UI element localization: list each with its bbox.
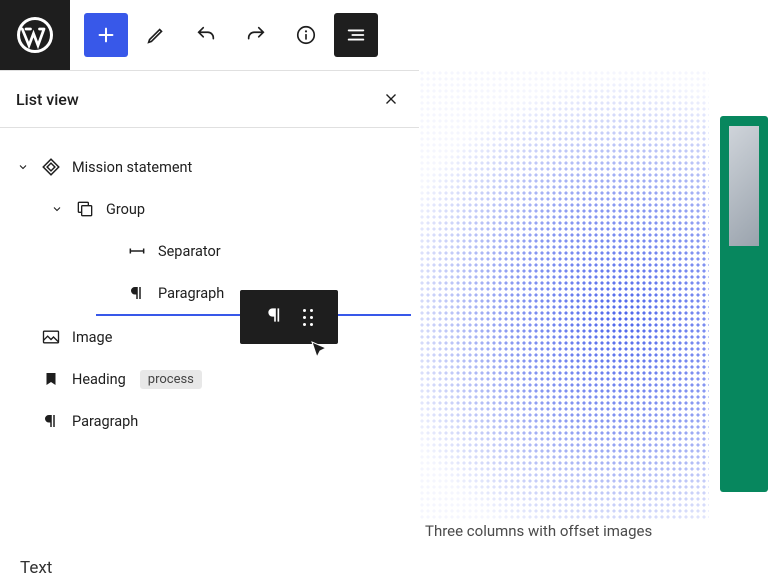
preview-card [720,116,768,492]
wordpress-logo[interactable] [0,0,70,70]
list-view-header: List view [0,71,419,128]
tree-item-heading[interactable]: Heading process [0,358,419,400]
image-icon [40,326,62,348]
close-icon [382,90,400,108]
category-label: Text [20,558,52,578]
tree-item-label: Paragraph [72,413,138,430]
list-view-button[interactable] [334,13,378,57]
block-tag: process [140,370,202,389]
tree-item-label: Group [106,201,145,218]
add-block-button[interactable] [84,13,128,57]
list-view-panel: List view Mission statement Group [0,70,419,442]
paragraph-icon [126,282,148,304]
tree-item-label: Image [72,329,112,346]
undo-icon [195,24,217,46]
plus-icon [95,24,117,46]
panel-title: List view [16,90,79,109]
group-icon [74,198,96,220]
tree-item-label: Mission statement [72,159,192,176]
tree-item-label: Paragraph [158,285,224,302]
separator-icon [126,240,148,262]
preview-card-image [729,126,759,246]
tree-item-separator[interactable]: Separator [0,230,419,272]
undo-button[interactable] [184,13,228,57]
pattern-caption: Three columns with offset images [425,522,652,540]
tree-item-label: Separator [158,243,221,260]
editor-toolbar [0,0,768,70]
info-icon [295,24,317,46]
tree-item-paragraph-2[interactable]: Paragraph [0,400,419,442]
tree-item-mission-statement[interactable]: Mission statement [0,146,419,188]
details-button[interactable] [284,13,328,57]
pattern-icon [40,156,62,178]
chevron-down-icon[interactable] [16,161,30,173]
halftone-image [419,70,709,520]
pencil-icon [145,24,167,46]
heading-icon [40,368,62,390]
paragraph-icon [40,410,62,432]
close-button[interactable] [379,87,403,111]
drag-handle-icon [303,309,313,326]
wordpress-icon [17,17,53,53]
tools-button[interactable] [134,13,178,57]
toolbar-buttons [70,13,378,57]
tree-item-paragraph[interactable]: Paragraph [0,272,419,314]
tree-item-label: Heading [72,371,126,388]
block-tree: Mission statement Group Separator Paragr… [0,128,419,442]
paragraph-icon [265,305,285,329]
cursor-icon [310,340,330,360]
drag-preview-chip [240,290,338,344]
redo-button[interactable] [234,13,278,57]
tree-item-group[interactable]: Group [0,188,419,230]
list-view-icon [345,24,367,46]
tree-item-image[interactable]: Image [0,316,419,358]
pattern-preview: Three columns with offset images [419,70,768,576]
chevron-down-icon[interactable] [50,203,64,215]
redo-icon [245,24,267,46]
